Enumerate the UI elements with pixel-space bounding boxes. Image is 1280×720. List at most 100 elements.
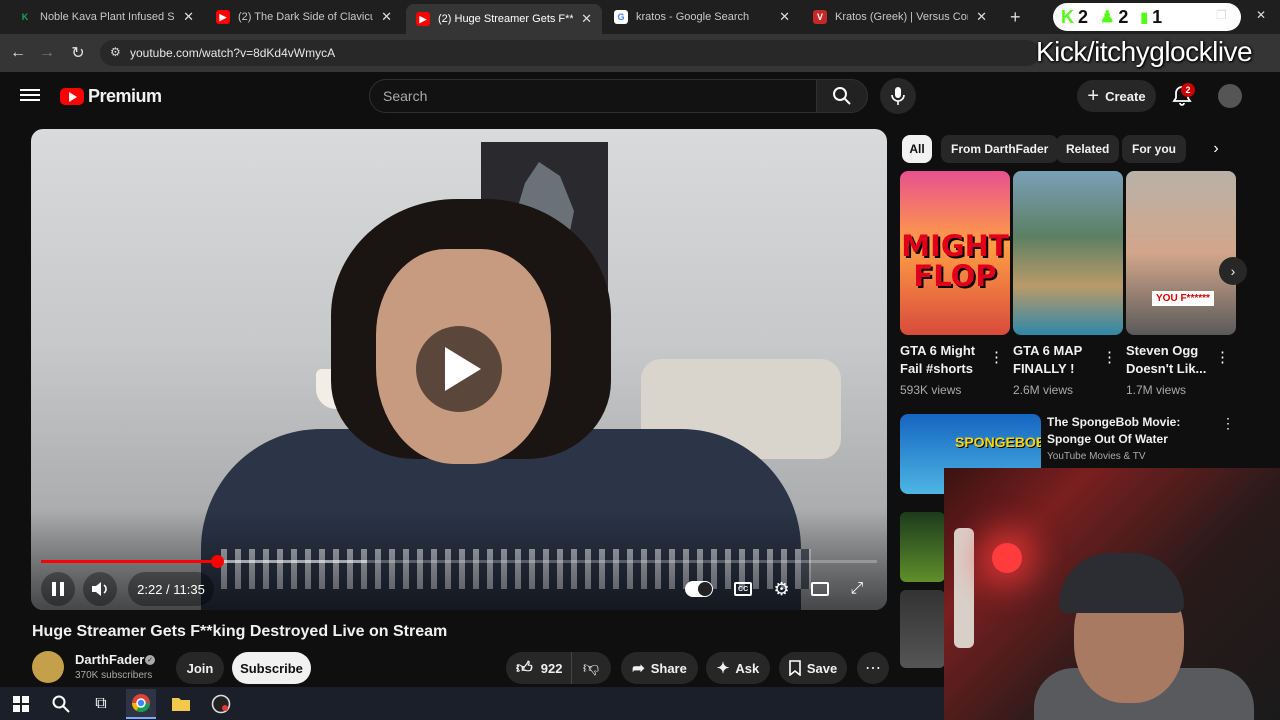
short-title-1[interactable]: GTA 6 Might Fail #shorts	[900, 342, 990, 378]
close-tab-icon[interactable]: ✕	[779, 9, 790, 25]
account-avatar[interactable]	[1218, 84, 1242, 108]
recommended-thumbnail-3[interactable]	[900, 590, 945, 668]
search-button[interactable]	[816, 79, 868, 113]
share-button[interactable]: ➦ Share	[621, 652, 698, 684]
recommended-channel[interactable]: YouTube Movies & TV	[1047, 451, 1146, 462]
save-button[interactable]: Save	[779, 652, 847, 684]
search-input[interactable]: Search	[369, 79, 817, 113]
recommended-more-icon[interactable]: ⋮	[1221, 415, 1235, 432]
settings-gear-icon[interactable]: ⚙	[774, 579, 790, 600]
search-icon[interactable]	[46, 689, 76, 719]
chip-for-you[interactable]: For you	[1122, 135, 1186, 163]
chip-from-channel[interactable]: From DarthFader	[941, 135, 1059, 163]
kick-icon: K	[1061, 6, 1074, 27]
short-more-icon[interactable]: ⋮	[1215, 348, 1230, 366]
short-more-icon[interactable]: ⋮	[989, 348, 1004, 366]
tab-title: Kratos (Greek) | Versus Compen	[835, 11, 968, 23]
search-placeholder: Search	[383, 88, 428, 104]
chip-all[interactable]: All	[902, 135, 932, 163]
big-play-button[interactable]	[416, 326, 502, 412]
skeleton-decor	[954, 528, 974, 648]
url-text[interactable]: youtube.com/watch?v=8dKd4vWmycA	[130, 46, 335, 60]
short-thumbnail-2[interactable]	[1013, 171, 1123, 335]
new-tab-button[interactable]: +	[1000, 4, 1028, 30]
bookmark-icon	[789, 660, 801, 676]
short-title-3[interactable]: Steven Ogg Doesn't Lik...	[1126, 342, 1216, 378]
browser-tab-3-active[interactable]: ▶ (2) Huge Streamer Gets F**k ✕	[406, 4, 602, 34]
shorts-next-button[interactable]: ›	[1219, 257, 1247, 285]
search-icon	[833, 87, 851, 105]
thumb-text: YOU F******	[1152, 291, 1214, 306]
close-tab-icon[interactable]: ✕	[976, 9, 987, 25]
forward-icon[interactable]: →	[36, 42, 58, 64]
save-label: Save	[806, 660, 838, 676]
chip-related[interactable]: Related	[1056, 135, 1120, 163]
autoplay-toggle-icon[interactable]	[684, 581, 713, 597]
site-info-icon[interactable]: ⚙	[110, 45, 121, 59]
youtube-icon: ▶	[416, 12, 430, 26]
close-window-icon[interactable]: ✕	[1256, 8, 1266, 22]
voice-search-button[interactable]	[880, 78, 916, 114]
task-view-icon[interactable]: ⧉	[86, 689, 116, 719]
channel-name[interactable]: DarthFader	[75, 652, 144, 667]
stat-followers: ♟ 2	[1100, 7, 1128, 28]
browser-tab-5[interactable]: V Kratos (Greek) | Versus Compen ✕	[803, 4, 997, 30]
like-count: 922	[540, 660, 563, 676]
captions-icon[interactable]: CC	[734, 582, 753, 596]
pause-button[interactable]	[41, 572, 75, 606]
windows-start-icon[interactable]	[6, 689, 36, 719]
recommended-title[interactable]: The SpongeBob Movie: Sponge Out Of Water	[1047, 414, 1217, 448]
subscribe-button[interactable]: Subscribe	[232, 652, 311, 684]
menu-icon[interactable]	[20, 86, 40, 104]
share-arrow-icon: ➦	[632, 660, 645, 677]
create-button[interactable]: + Create	[1077, 80, 1156, 112]
thumb-text: SPONGEBOB	[955, 434, 1041, 450]
channel-avatar[interactable]	[32, 651, 64, 683]
recommended-thumbnail-2[interactable]	[900, 512, 945, 582]
reload-icon[interactable]: ↻	[67, 42, 89, 64]
short-thumbnail-3[interactable]: YOU F******	[1126, 171, 1236, 335]
chevron-right-icon[interactable]: ›	[1204, 137, 1228, 161]
more-actions-button[interactable]: ⋯	[857, 652, 889, 684]
close-tab-icon[interactable]: ✕	[581, 11, 592, 27]
thumb-text: MIGHT FLOP	[901, 229, 1009, 293]
browser-tab-2[interactable]: ▶ (2) The Dark Side of Clavicular... ✕	[206, 4, 402, 30]
fullscreen-icon[interactable]: ⤢	[850, 580, 863, 598]
like-button[interactable]: 👍︎ 922	[506, 652, 572, 684]
restore-window-icon[interactable]: ❐	[1216, 8, 1227, 22]
ask-button[interactable]: ✦ Ask	[706, 652, 770, 684]
stat-value: 2	[1078, 6, 1089, 27]
short-more-icon[interactable]: ⋮	[1102, 348, 1117, 366]
close-tab-icon[interactable]: ✕	[381, 9, 392, 25]
notification-badge: 2	[1181, 83, 1195, 97]
youtube-logo-icon	[60, 88, 84, 105]
browser-tab-1[interactable]: K Noble Kava Plant Infused Spirit ✕	[8, 4, 204, 30]
obs-icon[interactable]	[206, 689, 236, 719]
chrome-icon[interactable]	[126, 688, 156, 719]
close-tab-icon[interactable]: ✕	[183, 9, 194, 25]
address-bar[interactable]: ⚙ youtube.com/watch?v=8dKd4vWmycA	[100, 40, 1040, 66]
mute-button[interactable]	[83, 572, 117, 606]
file-explorer-icon[interactable]	[166, 689, 196, 719]
ask-label: Ask	[735, 660, 760, 676]
tab-title: (2) The Dark Side of Clavicular...	[238, 11, 374, 23]
red-light	[992, 543, 1022, 573]
youtube-logo[interactable]: Premium	[60, 86, 162, 107]
scrubber-handle[interactable]	[210, 555, 224, 568]
video-player[interactable]: 2:22 / 11:35 CC ⚙ ⤢	[31, 129, 887, 610]
join-button[interactable]: Join	[176, 652, 224, 684]
like-dislike-group: 👍︎ 922 👎︎	[506, 652, 611, 684]
back-icon[interactable]: ←	[7, 42, 29, 64]
chevron-right-icon: ›	[1230, 263, 1236, 279]
follower-icon: ♟	[1100, 9, 1115, 26]
progress-bar[interactable]	[41, 555, 877, 568]
player-right-controls: CC ⚙ ⤢	[674, 572, 874, 606]
tab-title: (2) Huge Streamer Gets F**k	[438, 13, 574, 25]
short-views-1: 593K views	[900, 383, 962, 397]
short-title-2[interactable]: GTA 6 MAP FINALLY !	[1013, 342, 1103, 378]
short-thumbnail-1[interactable]: MIGHT FLOP	[900, 171, 1010, 335]
dislike-button[interactable]: 👎︎	[572, 652, 610, 684]
theater-mode-icon[interactable]	[811, 582, 830, 596]
browser-tab-4[interactable]: G kratos - Google Search ✕	[604, 4, 800, 30]
thumbs-down-icon: 👎︎	[582, 659, 600, 677]
